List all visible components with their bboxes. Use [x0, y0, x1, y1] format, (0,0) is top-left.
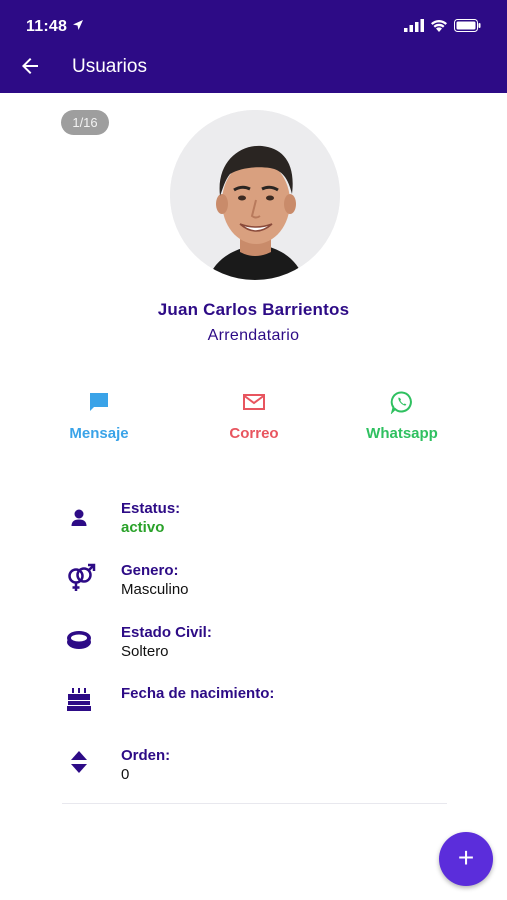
record-counter-badge: 1/16 [61, 110, 109, 135]
wifi-icon [431, 20, 447, 32]
mail-icon [243, 394, 265, 410]
email-action-button[interactable]: Correo [199, 390, 309, 442]
message-action-label: Mensaje [69, 425, 129, 442]
detail-label-civil-status: Estado Civil: [121, 624, 212, 641]
detail-value-gender: Masculino [121, 581, 189, 598]
message-action-button[interactable]: Mensaje [44, 390, 154, 442]
detail-label-birthdate: Fecha de nacimiento: [121, 685, 275, 702]
add-fab-button[interactable]: + [439, 832, 493, 886]
app-bar: Usuarios [0, 40, 507, 93]
gender-icon [68, 563, 96, 591]
user-role: Arrendatario [207, 327, 300, 344]
detail-value-status: activo [121, 519, 165, 536]
location-arrow-icon [73, 20, 83, 30]
detail-label-status: Estatus: [121, 500, 181, 517]
whatsapp-action-label: Whatsapp [366, 425, 438, 442]
detail-label-gender: Genero: [121, 562, 179, 579]
user-name: Juan Carlos Barrientos [157, 300, 350, 319]
cake-icon [67, 688, 91, 711]
back-arrow-icon[interactable] [18, 54, 42, 78]
ring-icon [67, 631, 91, 649]
status-time: 11:48 [26, 18, 68, 35]
whatsapp-icon [390, 391, 412, 414]
plus-icon: + [457, 842, 475, 873]
signal-icon [404, 19, 424, 32]
person-icon [71, 509, 87, 526]
avatar [170, 110, 340, 280]
sort-icon [71, 751, 87, 773]
detail-value-order: 0 [121, 766, 130, 783]
page-title: Usuarios [72, 56, 147, 77]
whatsapp-action-button[interactable]: Whatsapp [347, 390, 457, 442]
battery-icon [454, 19, 481, 32]
detail-value-civil-status: Soltero [121, 643, 169, 660]
chat-icon [90, 393, 108, 411]
divider [62, 803, 447, 804]
avatar-photo [170, 110, 340, 280]
email-action-label: Correo [229, 425, 279, 442]
status-bar: 11:48 [0, 0, 507, 40]
status-indicators [404, 19, 481, 32]
detail-label-order: Orden: [121, 747, 171, 764]
